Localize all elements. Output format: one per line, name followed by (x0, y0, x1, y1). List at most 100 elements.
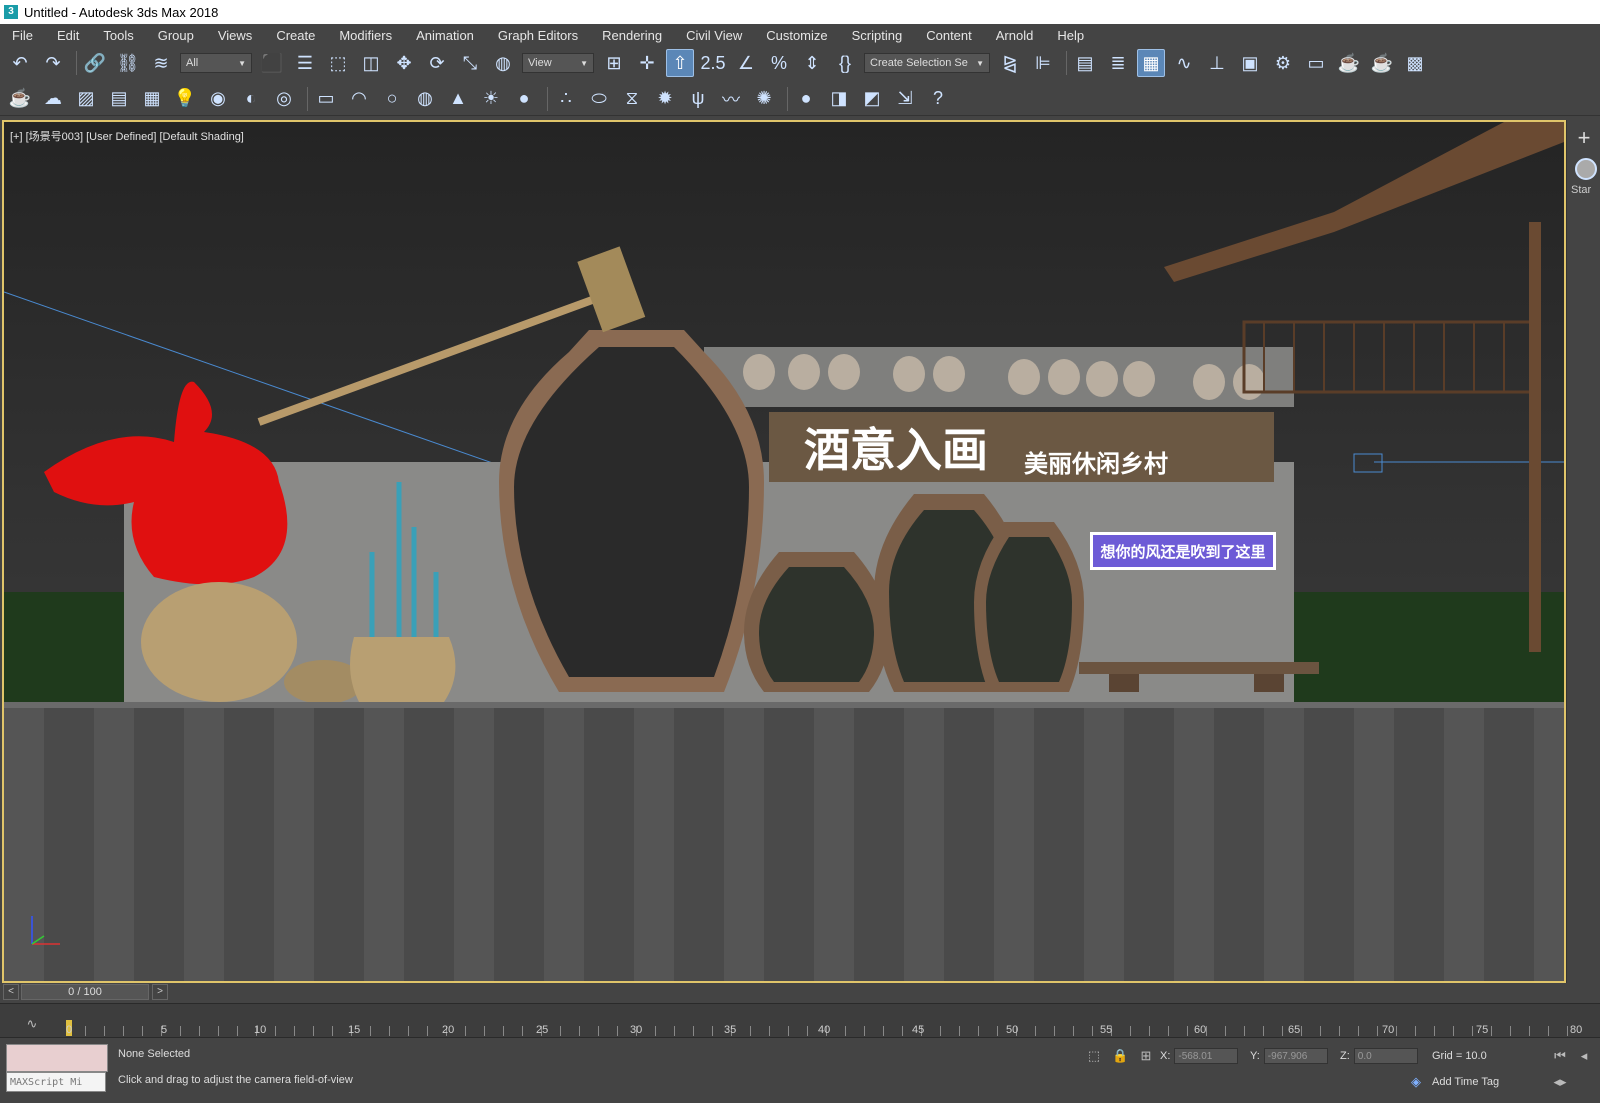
rect-selection-region-icon[interactable]: ⬚ (324, 49, 352, 77)
export-icon[interactable]: ⇲ (891, 85, 919, 113)
pivot-center-icon[interactable]: ⊞ (600, 49, 628, 77)
maxscript-listener-swatch[interactable] (6, 1044, 108, 1072)
viewport-label[interactable]: [+] [场景号003] [User Defined] [Default Sha… (10, 128, 244, 144)
previous-frame-icon[interactable]: ◂ (1576, 1048, 1592, 1064)
procedural-icon[interactable]: ✹ (651, 85, 679, 113)
curve-editor-mini-icon[interactable]: ∿ (24, 1016, 40, 1032)
material-editor-icon[interactable]: ▣ (1236, 49, 1264, 77)
selection-filter-dropdown[interactable]: All ▼ (180, 53, 252, 73)
time-tag-icon[interactable]: ◈ (1408, 1074, 1424, 1090)
create-tab-icon[interactable]: + (1571, 126, 1597, 152)
menu-customize[interactable]: Customize (754, 28, 839, 43)
scene-explorer-icon[interactable]: ▤ (1071, 49, 1099, 77)
help-icon[interactable]: ? (924, 85, 952, 113)
menu-tools[interactable]: Tools (91, 28, 145, 43)
film-icon[interactable]: ◎ (270, 85, 298, 113)
add-time-tag[interactable]: Add Time Tag (1432, 1076, 1499, 1088)
material-sphere-icon[interactable]: ● (792, 85, 820, 113)
plane-icon[interactable]: ▭ (312, 85, 340, 113)
track-bar[interactable]: ∿ 0 5 10 15 20 25 30 35 40 45 50 55 60 6… (0, 1003, 1600, 1038)
select-manipulate-icon[interactable]: ✛ (633, 49, 661, 77)
menu-arnold[interactable]: Arnold (984, 28, 1046, 43)
key-mode-icon[interactable]: ◂▸ (1552, 1074, 1568, 1090)
table-icon[interactable]: ▦ (138, 85, 166, 113)
sun-icon[interactable]: ☀ (477, 85, 505, 113)
x-field[interactable]: -568.01 (1174, 1048, 1239, 1064)
time-prev-button[interactable]: < (3, 984, 19, 1000)
perspective-viewport[interactable]: 酒意入画 美丽休闲乡村 想你的风还是吹到了这里 [+] [场景号003] [Us… (2, 120, 1566, 983)
cloud-icon[interactable]: ☁ (39, 85, 67, 113)
undo-icon[interactable]: ↶ (6, 49, 34, 77)
rendered-frame-window-icon[interactable]: ▭ (1302, 49, 1330, 77)
menu-file[interactable]: File (0, 28, 45, 43)
spinner-snap-icon[interactable]: ⇕ (798, 49, 826, 77)
menu-graph-editors[interactable]: Graph Editors (486, 28, 590, 43)
fur-ball-icon[interactable]: ✺ (750, 85, 778, 113)
redo-icon[interactable]: ↷ (39, 49, 67, 77)
cone-light-icon[interactable]: ▲ (444, 85, 472, 113)
particles-icon[interactable]: ∴ (552, 85, 580, 113)
image-icon[interactable]: ▨ (72, 85, 100, 113)
window-crossing-icon[interactable]: ◫ (357, 49, 385, 77)
mesh-light-icon[interactable]: ◍ (411, 85, 439, 113)
named-selection-dropdown[interactable]: Create Selection Se ▼ (864, 53, 990, 73)
menu-help[interactable]: Help (1045, 28, 1096, 43)
list-icon[interactable]: ▤ (105, 85, 133, 113)
arnold-grid-icon[interactable]: ▩ (1401, 49, 1429, 77)
transform-mode-icon[interactable]: ⊞ (1138, 1048, 1154, 1064)
time-next-button[interactable]: > (152, 984, 168, 1000)
mirror-icon[interactable]: ⧎ (996, 49, 1024, 77)
percent-snap-icon[interactable]: % (765, 49, 793, 77)
toggle-ribbon-icon[interactable]: ▦ (1137, 49, 1165, 77)
menu-views[interactable]: Views (206, 28, 264, 43)
render-view-icon[interactable]: ◩ (858, 85, 886, 113)
menu-animation[interactable]: Animation (404, 28, 486, 43)
volume-icon[interactable]: ⧖ (618, 85, 646, 113)
place-icon[interactable]: ◍ (489, 49, 517, 77)
command-panel-tab[interactable]: Star (1571, 184, 1600, 196)
menu-civil-view[interactable]: Civil View (674, 28, 754, 43)
select-object-icon[interactable]: ⬛ (258, 49, 286, 77)
rotate-icon[interactable]: ⟳ (423, 49, 451, 77)
z-field[interactable]: 0.0 (1353, 1048, 1418, 1064)
menu-rendering[interactable]: Rendering (590, 28, 674, 43)
curve-editor-icon[interactable]: ∿ (1170, 49, 1198, 77)
render-iterative-icon[interactable]: ☕ (1368, 49, 1396, 77)
unlink-icon[interactable]: ⛓ (114, 49, 142, 77)
align-icon[interactable]: ⊫ (1029, 49, 1057, 77)
render-setup-icon[interactable]: ⚙ (1269, 49, 1297, 77)
menu-scripting[interactable]: Scripting (840, 28, 915, 43)
isolate-selection-icon[interactable]: ⬚ (1086, 1048, 1102, 1064)
bind-space-warp-icon[interactable]: ≋ (147, 49, 175, 77)
time-slider[interactable]: 0 / 100 (21, 984, 149, 1000)
reference-coordinate-dropdown[interactable]: View ▼ (522, 53, 594, 73)
link-icon[interactable]: 🔗 (81, 49, 109, 77)
maxscript-mini-listener[interactable]: MAXScript Mi (6, 1072, 106, 1092)
render-production-icon[interactable]: ☕ (1335, 49, 1363, 77)
material-assign-icon[interactable]: ◨ (825, 85, 853, 113)
schematic-view-icon[interactable]: ⊥ (1203, 49, 1231, 77)
menu-edit[interactable]: Edit (45, 28, 91, 43)
dome-icon[interactable]: ◠ (345, 85, 373, 113)
menu-create[interactable]: Create (264, 28, 327, 43)
angle-snap-icon[interactable]: ∠ (732, 49, 760, 77)
capsule-icon[interactable]: ⬭ (585, 85, 613, 113)
geometry-icon[interactable] (1575, 158, 1597, 180)
menu-modifiers[interactable]: Modifiers (327, 28, 404, 43)
teapot-icon[interactable]: ☕ (6, 85, 34, 113)
shader-ball-icon[interactable]: ◉ (204, 85, 232, 113)
keyboard-shortcut-override-icon[interactable]: ⇧ (666, 49, 694, 77)
move-icon[interactable]: ✥ (390, 49, 418, 77)
selection-lock-icon[interactable]: 🔒 (1112, 1048, 1128, 1064)
select-by-name-icon[interactable]: ☰ (291, 49, 319, 77)
layer-explorer-icon[interactable]: ≣ (1104, 49, 1132, 77)
snaps-toggle-icon[interactable]: 2.5 (699, 49, 727, 77)
half-sphere-icon[interactable]: ◐ (237, 85, 265, 113)
hair-icon[interactable]: 〰 (717, 85, 745, 113)
edit-named-selection-icon[interactable]: {} (831, 49, 859, 77)
menu-group[interactable]: Group (146, 28, 206, 43)
disk-icon[interactable]: ● (510, 85, 538, 113)
go-to-start-icon[interactable]: ⏮ (1552, 1048, 1568, 1064)
bulb-icon[interactable]: 💡 (171, 85, 199, 113)
y-field[interactable]: -967.906 (1263, 1048, 1328, 1064)
